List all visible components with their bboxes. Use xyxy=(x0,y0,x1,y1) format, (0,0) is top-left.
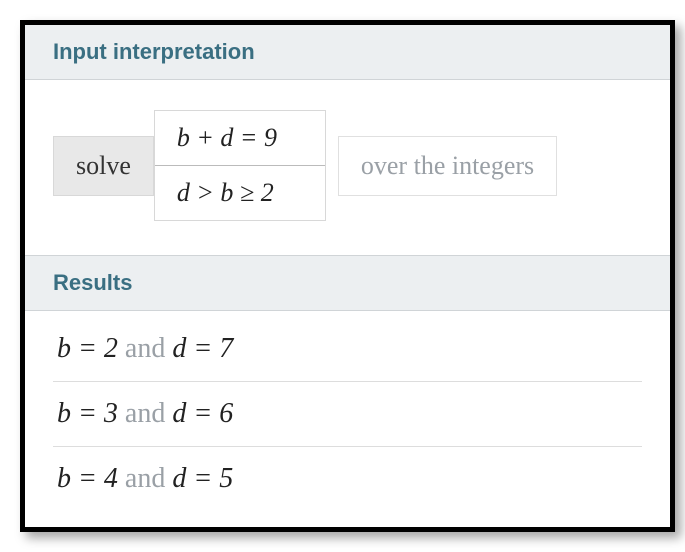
domain-label: over the integers xyxy=(338,136,557,196)
result-rhs: d = 6 xyxy=(172,398,233,429)
result-row: b = 4 and d = 5 xyxy=(53,447,642,511)
result-lhs: b = 2 xyxy=(57,333,118,364)
result-join: and xyxy=(125,463,165,494)
solve-label: solve xyxy=(53,136,154,196)
interpretation-header: Input interpretation xyxy=(25,25,670,80)
result-row: b = 2 and d = 7 xyxy=(53,317,642,382)
result-join: and xyxy=(125,398,165,429)
equation-box: b + d = 9 d > b ≥ 2 xyxy=(154,110,326,221)
result-rhs: d = 5 xyxy=(172,463,233,494)
result-lhs: b = 3 xyxy=(57,398,118,429)
result-join: and xyxy=(125,333,165,364)
result-rhs: d = 7 xyxy=(172,333,233,364)
interpretation-body: solve b + d = 9 d > b ≥ 2 over the integ… xyxy=(25,80,670,255)
results-title: Results xyxy=(53,270,132,295)
result-panel: Input interpretation solve b + d = 9 d >… xyxy=(20,20,675,532)
results-body: b = 2 and d = 7 b = 3 and d = 6 b = 4 an… xyxy=(25,311,670,527)
result-lhs: b = 4 xyxy=(57,463,118,494)
equation-2: d > b ≥ 2 xyxy=(155,165,325,220)
equation-1: b + d = 9 xyxy=(155,111,325,165)
interpretation-title: Input interpretation xyxy=(53,39,255,64)
result-row: b = 3 and d = 6 xyxy=(53,382,642,447)
results-header: Results xyxy=(25,255,670,311)
